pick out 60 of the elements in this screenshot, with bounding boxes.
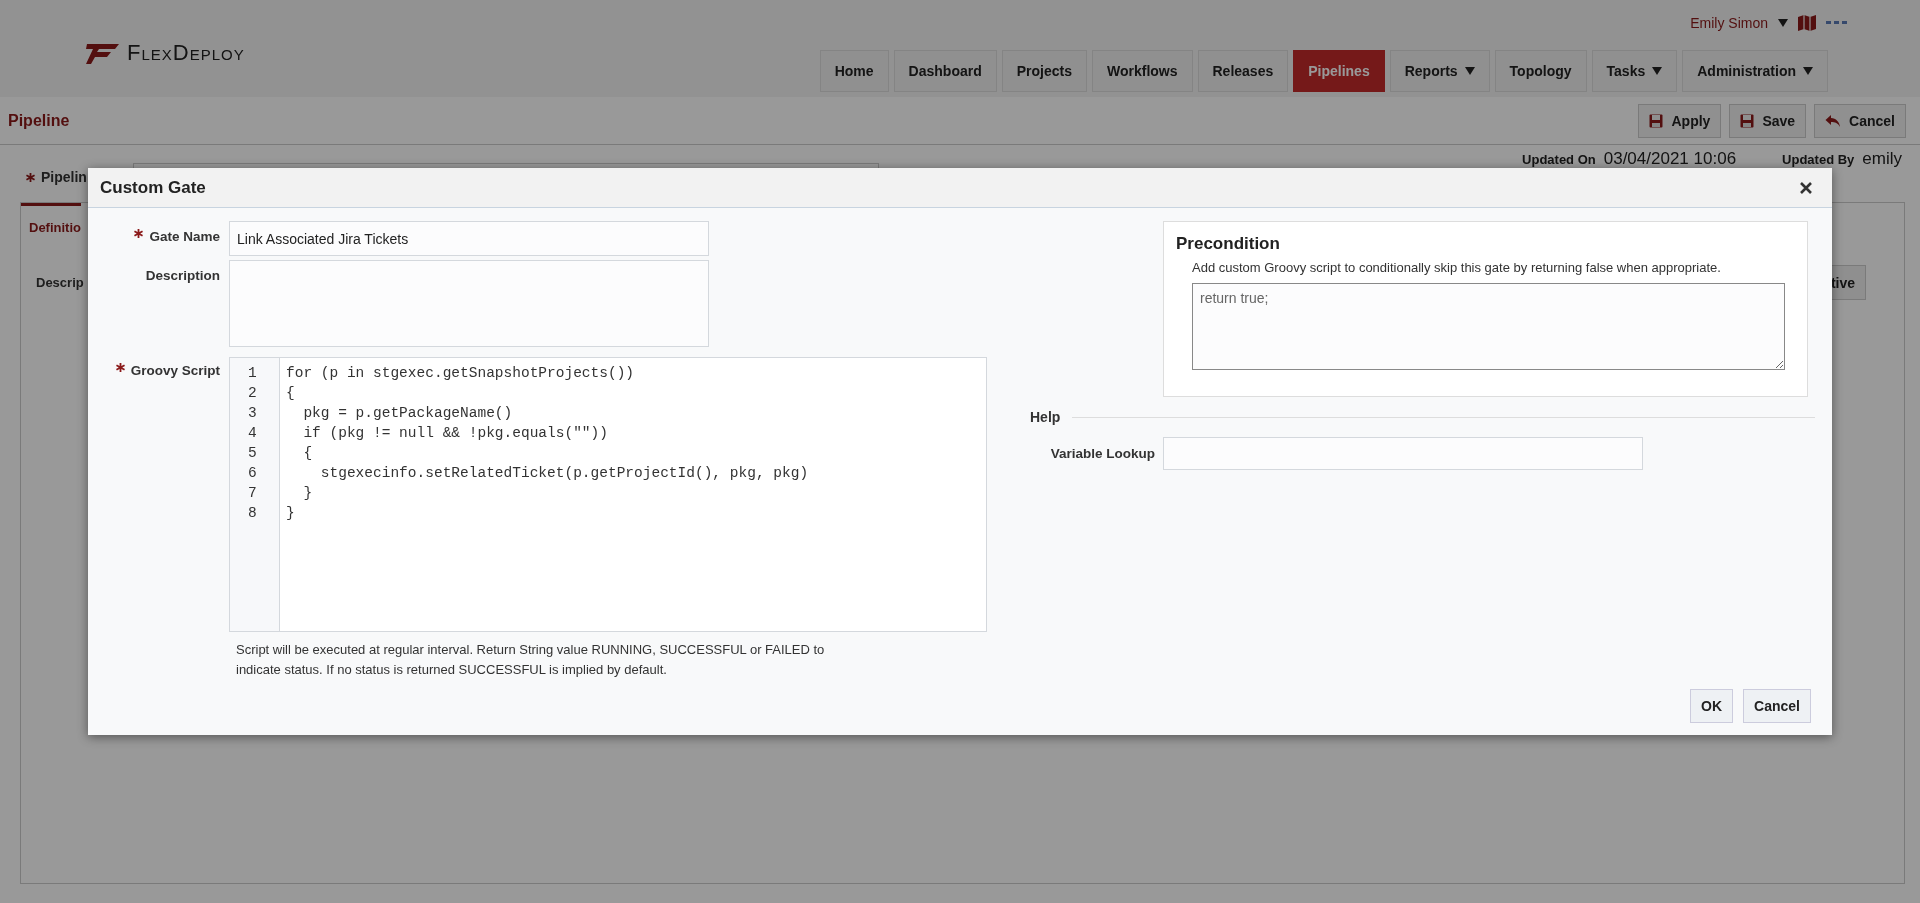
- gate-name-field[interactable]: Link Associated Jira Tickets: [229, 221, 709, 256]
- definition-tab[interactable]: Definitio: [21, 203, 81, 247]
- close-icon[interactable]: [1800, 181, 1812, 194]
- line-number: 7: [247, 485, 258, 503]
- nav-tab[interactable]: Reports: [1389, 50, 1490, 92]
- code-line: {: [302, 445, 314, 463]
- undo-arrow-icon: [1825, 113, 1842, 128]
- updated-on-value: 03/04/2021 10:06: [1603, 149, 1737, 169]
- line-number: 8: [247, 505, 258, 523]
- toolbar-button[interactable]: Apply: [1638, 103, 1722, 138]
- user-menu[interactable]: Emily Simon: [1690, 15, 1768, 31]
- field-label: Variable Lookup: [1049, 446, 1155, 461]
- line-number: 4: [247, 425, 258, 443]
- updated-by-label: Updated By: [1782, 152, 1855, 167]
- field-label: Groovy Script: [130, 363, 220, 378]
- line-number: 1: [247, 365, 258, 383]
- code-line: }: [302, 485, 314, 503]
- code-editor[interactable]: 1 2 3 4 5 6 7 8 for (p in stgexec.getSnapshotProjects()) { pkg = p.getPackageName() if (pkg != null && !pkg.equals("")) { stgexecinfo.setRelatedTicket(p.getProjectId(), pkg, pkg) } }: [229, 357, 987, 632]
- line-number: 2: [247, 385, 258, 403]
- nav-tab[interactable]: Tasks: [1591, 50, 1678, 92]
- toolbar-button[interactable]: Save: [1729, 103, 1807, 138]
- code-line: pkg = p.getPackageName(): [302, 405, 514, 423]
- line-number: 5: [247, 445, 258, 463]
- toolbar-button[interactable]: Cancel: [1814, 103, 1906, 138]
- field-label: Description: [145, 268, 220, 283]
- more-dots-icon[interactable]: [1826, 21, 1848, 25]
- line-number: 3: [247, 405, 258, 423]
- field-label: Pipelin: [41, 169, 87, 185]
- dialog-title: Custom Gate: [100, 177, 206, 198]
- page-title: Pipeline: [8, 111, 70, 130]
- nav-tab[interactable]: Projects: [1001, 50, 1087, 92]
- code-line: {: [286, 385, 296, 403]
- updated-by-value: emily: [1862, 149, 1902, 169]
- code-line: for (p in stgexec.getSnapshotProjects()): [286, 365, 636, 383]
- variable-lookup-field[interactable]: [1163, 437, 1643, 470]
- description-field[interactable]: [229, 260, 709, 347]
- precondition-script-field[interactable]: return true;: [1192, 283, 1785, 370]
- dialog-button[interactable]: OK: [1690, 689, 1734, 723]
- updated-on-label: Updated On: [1522, 152, 1596, 167]
- script-help-text: Script will be executed at regular interval. Return String value RUNNING, SUCCESSFUL or FAILED to indicate status. If no status is returned SUCCESSFUL is implied by default.: [235, 641, 826, 679]
- dialog-button[interactable]: Cancel: [1743, 689, 1811, 723]
- line-number: 6: [247, 465, 258, 483]
- section-title: Precondition: [1176, 234, 1281, 254]
- nav-tab[interactable]: Pipelines: [1293, 50, 1385, 92]
- nav-tab[interactable]: Administration: [1682, 50, 1828, 92]
- map-icon[interactable]: [1798, 15, 1816, 31]
- nav-tab[interactable]: Workflows: [1091, 50, 1193, 92]
- field-label: Descrip: [36, 275, 84, 290]
- nav-tab[interactable]: Topology: [1494, 50, 1587, 92]
- code-line: }: [286, 505, 296, 523]
- section-title: Help: [1030, 409, 1061, 425]
- nav-tab[interactable]: Dashboard: [893, 50, 997, 92]
- field-label: Gate Name: [149, 229, 220, 244]
- precondition-hint: Add custom Groovy script to conditionally skip this gate by returning false when appropriate.: [1192, 260, 1722, 275]
- logo-icon: [85, 41, 121, 65]
- nav-tab[interactable]: Home: [819, 50, 889, 92]
- code-line: stgexecinfo.setRelatedTicket(p.getProjectId(), pkg, pkg): [319, 465, 809, 483]
- nav-tab[interactable]: Releases: [1197, 50, 1289, 92]
- code-line: if (pkg != null && !pkg.equals("")): [302, 425, 609, 443]
- logo-text: FlexDeploy: [127, 40, 245, 66]
